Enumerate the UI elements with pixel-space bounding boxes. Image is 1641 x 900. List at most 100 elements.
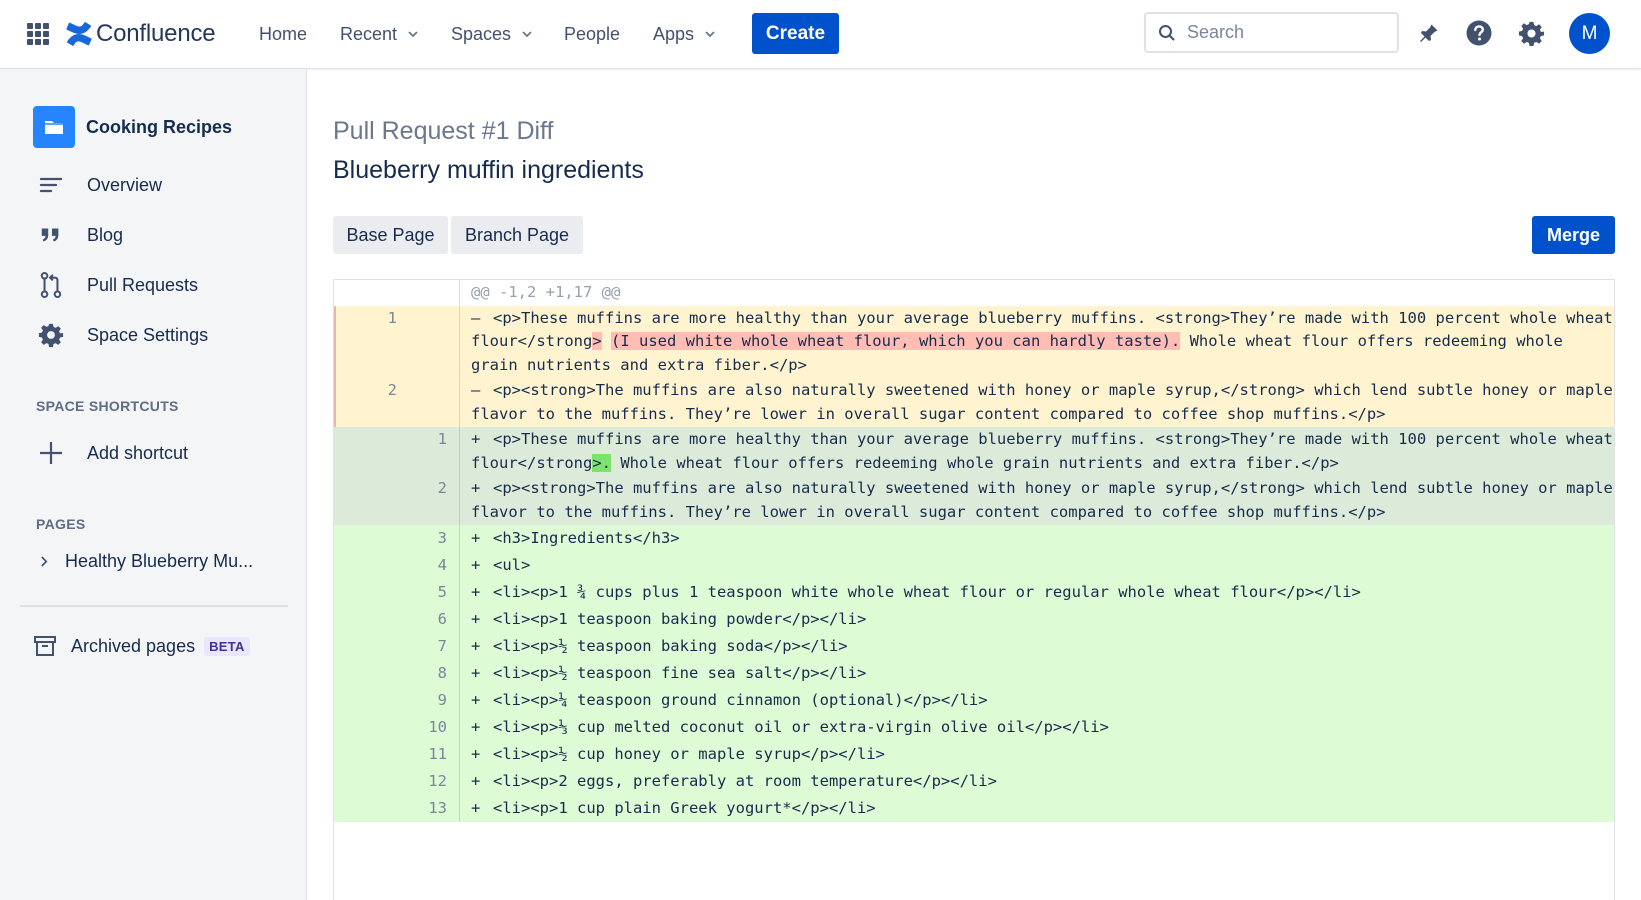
nav-people[interactable]: People	[564, 20, 620, 48]
minus-marker: –	[471, 381, 481, 399]
space-header[interactable]: Cooking Recipes	[33, 106, 232, 148]
sidebar-item-label: Blog	[87, 224, 124, 245]
new-line-number: 4	[437, 556, 447, 574]
new-line-number: 1	[437, 430, 447, 448]
added-line: + <li><p>½ cup honey or maple syrup</p></…	[459, 741, 1614, 768]
nav-home-label: Home	[259, 24, 308, 44]
blog-quote-icon	[36, 220, 66, 250]
archived-pages-label: Archived pages	[71, 635, 196, 656]
code-text: <p><strong>The muffins are also naturall…	[471, 479, 1613, 521]
code-text: <li><p>½ teaspoon baking soda</p></li>	[493, 637, 848, 655]
deleted-highlight: (I used white whole wheat flour, which y…	[611, 332, 1181, 350]
diff-row-added: 8 + <li><p>½ teaspoon fine sea salt</p></…	[334, 660, 1614, 687]
nav-spaces-label: Spaces	[451, 24, 512, 44]
merge-button[interactable]: Merge	[1532, 216, 1615, 254]
code-text: <li><p>⅓ cup melted coconut oil or extra…	[493, 718, 1109, 736]
brand-name: Confluence	[96, 20, 216, 47]
diff-row-deleted: 1 – <p>These muffins are more healthy tha…	[334, 305, 1614, 378]
new-line-number: 9	[437, 691, 447, 709]
added-line: + <h3>Ingredients</h3>	[459, 525, 1614, 552]
search-icon	[1159, 24, 1175, 41]
nav-spaces[interactable]: Spaces	[451, 20, 534, 48]
added-line: + <li><p>½ teaspoon fine sea salt</p></li…	[459, 660, 1614, 687]
sidebar-item-overview[interactable]: Overview	[36, 169, 162, 201]
create-button[interactable]: Create	[752, 13, 839, 54]
plus-marker: +	[471, 772, 481, 790]
added-line: + <li><p>¼ teaspoon ground cinnamon (opti…	[459, 687, 1614, 714]
new-line-number: 7	[437, 637, 447, 655]
plus-marker: +	[471, 637, 481, 655]
diff-row-added: 6 + <li><p>1 teaspoon baking powder</p></…	[334, 606, 1614, 633]
code-text: <h3>Ingredients</h3>	[493, 529, 680, 547]
diff-row-added: 13 + <li><p>1 cup plain Greek yogurt*</p>…	[334, 795, 1614, 822]
added-line: + <li><p>1 teaspoon baking powder</p></li…	[459, 606, 1614, 633]
plus-marker: +	[471, 610, 481, 628]
help-icon[interactable]	[1464, 18, 1494, 48]
code-text: <li><p>1 teaspoon baking powder</p></li>	[493, 610, 867, 628]
new-line-number: 6	[437, 610, 447, 628]
confluence-logo[interactable]: Confluence	[66, 18, 216, 50]
confluence-logo-icon	[66, 22, 92, 46]
space-settings-icon	[36, 320, 66, 350]
code-text: <li><p>¼ teaspoon ground cinnamon (optio…	[493, 691, 988, 709]
sidebar-item-space-settings[interactable]: Space Settings	[36, 319, 208, 351]
app-grid-icon[interactable]	[27, 23, 49, 45]
new-line-number: 2	[437, 479, 447, 497]
diff-row-added: 4 + <ul>	[334, 552, 1614, 579]
chevron-right-icon[interactable]	[40, 555, 49, 568]
sidebar-item-blog[interactable]: Blog	[36, 219, 123, 251]
code-text: <p><strong>The muffins are also naturall…	[471, 381, 1613, 423]
archived-pages-link[interactable]: Archived pages BETA	[33, 634, 250, 658]
nav-recent-label: Recent	[340, 24, 398, 44]
sidebar: Cooking Recipes Overview Blog Pull Reque…	[0, 69, 307, 900]
folder-icon	[33, 106, 75, 148]
search-input[interactable]	[1185, 21, 1379, 44]
plus-icon	[36, 438, 66, 468]
diff-row-added: 10 + <li><p>⅓ cup melted coconut oil or e…	[334, 714, 1614, 741]
added-line: + <p>These muffins are more healthy than …	[459, 427, 1614, 476]
new-line-number: 13	[428, 799, 447, 817]
hunk-text: @@ -1,2 +1,17 @@	[459, 280, 1614, 306]
page-tree-item[interactable]: Healthy Blueberry Mu...	[40, 551, 253, 572]
added-line: + <li><p>2 eggs, preferably at room tempe…	[459, 768, 1614, 795]
plus-marker: +	[471, 718, 481, 736]
plus-marker: +	[471, 799, 481, 817]
plus-marker: +	[471, 691, 481, 709]
avatar[interactable]: M	[1569, 13, 1610, 54]
deleted-line: – <p><strong>The muffins are also natural…	[459, 378, 1614, 427]
nav-apps[interactable]: Apps	[653, 20, 717, 48]
deleted-highlight: >	[592, 332, 602, 350]
new-line-number: 3	[437, 529, 447, 547]
archive-icon	[34, 636, 56, 656]
base-page-button[interactable]: Base Page	[333, 216, 448, 254]
code-text: <li><p>2 eggs, preferably at room temper…	[493, 772, 997, 790]
added-line: + <li><p>⅓ cup melted coconut oil or extr…	[459, 714, 1614, 741]
branch-page-button[interactable]: Branch Page	[451, 216, 583, 254]
nav-recent[interactable]: Recent	[340, 20, 420, 48]
diff-row-added: 1 + <p>These muffins are more healthy tha…	[334, 427, 1614, 476]
settings-icon[interactable]	[1516, 18, 1546, 48]
plus-marker: +	[471, 664, 481, 682]
plus-marker: +	[471, 479, 481, 497]
notification-icon[interactable]	[1414, 18, 1444, 48]
added-line: + <p><strong>The muffins are also natural…	[459, 476, 1614, 525]
nav-home[interactable]: Home	[259, 20, 307, 48]
add-shortcut-button[interactable]: Add shortcut	[36, 437, 188, 469]
new-line-number: 11	[428, 745, 447, 763]
search-box[interactable]	[1144, 12, 1399, 53]
top-navigation: Confluence Home Recent Spaces People App…	[0, 0, 1641, 69]
code-text: <li><p>1 ¾ cups plus 1 teaspoon white wh…	[493, 583, 1361, 601]
diff-row-added: 12 + <li><p>2 eggs, preferably at room te…	[334, 768, 1614, 795]
deleted-line: – <p>These muffins are more healthy than …	[459, 305, 1614, 378]
code-text: Whole wheat flour offers redeeming whole…	[611, 453, 1339, 472]
sidebar-item-pull-requests[interactable]: Pull Requests	[36, 269, 198, 301]
added-line: + <li><p>1 ¾ cups plus 1 teaspoon white w…	[459, 579, 1614, 606]
space-shortcuts-heading: SPACE SHORTCUTS	[36, 398, 179, 414]
sidebar-item-label: Space Settings	[87, 324, 209, 345]
chevron-down-icon	[408, 31, 418, 38]
plus-marker: +	[471, 556, 481, 574]
chevron-down-icon	[705, 31, 715, 38]
plus-marker: +	[471, 745, 481, 763]
new-line-number: 8	[437, 664, 447, 682]
